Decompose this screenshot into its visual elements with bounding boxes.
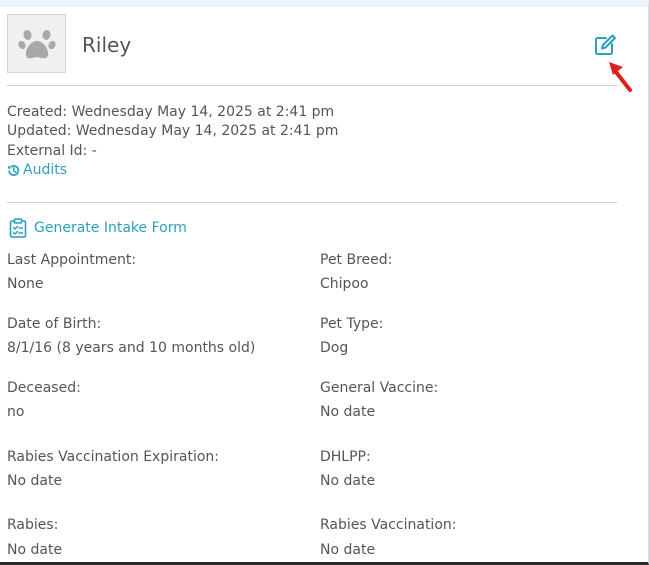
header-divider [7,85,617,86]
generate-intake-form-label: Generate Intake Form [34,220,187,236]
clipboard-icon [9,218,27,238]
last-appointment-label: Last Appointment: [7,252,137,268]
date-of-birth-value: 8/1/16 (8 years and 10 months old) [7,340,256,356]
dhlpp-value: No date [320,473,376,489]
rabies-vaccination-expiration-value: No date [7,473,63,489]
section-divider [7,202,617,203]
external-id-text: External Id: - [7,143,97,159]
pet-breed-label: Pet Breed: [320,252,393,268]
audits-link[interactable]: Audits [7,161,67,180]
rabies-vaccination-label: Rabies Vaccination: [320,517,457,533]
last-appointment-value: None [7,276,44,292]
pet-type-value: Dog [320,340,349,356]
paw-icon [17,29,56,58]
deceased-value: no [7,404,25,420]
dhlpp-label: DHLPP: [320,449,371,465]
general-vaccine-label: General Vaccine: [320,380,439,396]
audits-label: Audits [23,162,68,178]
pet-breed-value: Chipoo [320,276,369,292]
updated-text: Updated: Wednesday May 14, 2025 at 2:41 … [7,123,339,139]
general-vaccine-value: No date [320,404,376,420]
pet-avatar [7,14,66,73]
pet-type-label: Pet Type: [320,316,384,332]
edit-icon [595,34,616,55]
deceased-label: Deceased: [7,380,81,396]
red-arrow-icon [609,62,632,92]
rabies-vaccination-expiration-label: Rabies Vaccination Expiration: [7,449,219,465]
history-icon [7,165,20,176]
edit-button[interactable] [593,33,617,57]
rabies-vaccination-value: No date [320,542,376,558]
created-text: Created: Wednesday May 14, 2025 at 2:41 … [7,104,335,120]
date-of-birth-label: Date of Birth: [7,316,102,332]
rabies-value: No date [7,542,63,558]
pet-name: Riley [82,33,132,57]
rabies-label: Rabies: [7,517,59,533]
generate-intake-form-link[interactable]: Generate Intake Form [9,218,187,238]
